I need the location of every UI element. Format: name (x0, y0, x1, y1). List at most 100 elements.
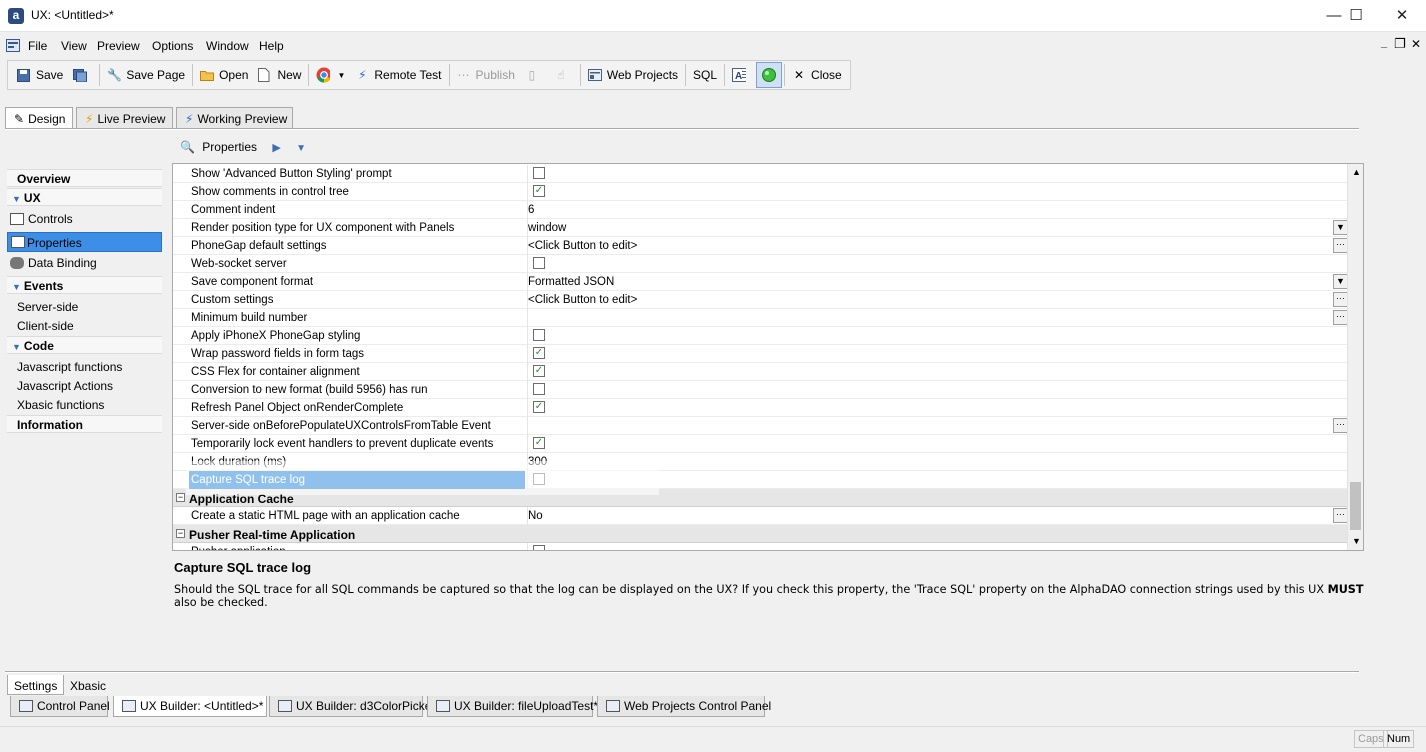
text-format-button[interactable]: A (727, 63, 756, 87)
property-value[interactable]: Formatted JSON ▼ (527, 273, 1348, 291)
web-projects-button[interactable]: Web Projects (583, 63, 683, 87)
sidebar-item-properties[interactable]: Properties (7, 232, 162, 252)
remote-test-button[interactable]: ⚡ Remote Test (350, 63, 446, 87)
menu-preview[interactable]: Preview (97, 39, 140, 53)
property-value[interactable]: No ··· (527, 507, 1348, 525)
property-value[interactable] (527, 255, 1333, 273)
sidebar-item-server-side[interactable]: Server-side (17, 300, 78, 314)
property-row[interactable]: Custom settings <Click Button to edit> ··· (173, 291, 1348, 309)
play-icon[interactable]: ▶ (272, 142, 280, 154)
property-row[interactable]: Temporarily lock event handlers to preve… (173, 435, 1347, 453)
property-row[interactable]: Save component format Formatted JSON ▼ (173, 273, 1348, 291)
property-value[interactable]: 6 (527, 201, 1333, 219)
property-value[interactable]: 300 (527, 453, 1333, 471)
property-row[interactable]: Create a static HTML page with an applic… (173, 507, 1348, 525)
property-value[interactable]: ✓ (527, 399, 1333, 417)
sidebar-item-overview[interactable]: Overview (7, 169, 162, 187)
sidebar-item-controls[interactable]: Controls (10, 212, 73, 226)
property-value[interactable]: <Click Button to edit> ··· (527, 237, 1348, 255)
mdi-minimize-button[interactable]: _ (1381, 37, 1387, 49)
property-value[interactable]: window ▼ (527, 219, 1348, 237)
property-value[interactable] (527, 381, 1333, 399)
tab-xbasic[interactable]: Xbasic (64, 675, 112, 695)
collapse-toggle-icon[interactable]: − (176, 529, 185, 538)
property-checkbox[interactable]: ✓ (533, 185, 545, 197)
property-checkbox[interactable] (533, 383, 545, 395)
property-value[interactable] (527, 543, 1333, 550)
property-category[interactable]: − Pusher Real-time Application (173, 525, 1347, 543)
property-row[interactable]: CSS Flex for container alignment ✓ (173, 363, 1347, 381)
property-row[interactable]: Refresh Panel Object onRenderComplete ✓ (173, 399, 1347, 417)
menu-help[interactable]: Help (259, 39, 284, 53)
chevron-down-icon[interactable]: ▼ (337, 71, 345, 80)
sidebar-item-information[interactable]: Information (7, 415, 162, 433)
property-checkbox[interactable] (533, 167, 545, 179)
doc-tab-ux-builder-fileuploadtest[interactable]: UX Builder: fileUploadTest* (427, 696, 598, 717)
tab-design[interactable]: ✎ Design (5, 107, 73, 130)
scrollbar-thumb[interactable] (1350, 482, 1361, 530)
property-row[interactable]: Apply iPhoneX PhoneGap styling (173, 327, 1347, 345)
scroll-up-icon[interactable]: ▲ (1352, 167, 1361, 177)
save-options-button[interactable] (68, 63, 97, 87)
sidebar-item-javascript-functions[interactable]: Javascript functions (17, 360, 122, 374)
browser-preview-button[interactable]: ▼ (311, 63, 350, 87)
app-menu-icon[interactable] (6, 39, 20, 52)
property-category[interactable]: − Application Cache (173, 489, 1347, 507)
mobile-button[interactable]: ▯ (520, 63, 549, 87)
sidebar-item-xbasic-functions[interactable]: Xbasic functions (17, 398, 104, 412)
property-checkbox[interactable]: ✓ (533, 365, 545, 377)
property-value[interactable]: ✓ (527, 183, 1333, 201)
maximize-button[interactable]: ☐ (1333, 0, 1379, 30)
close-button[interactable]: ✕ Close (787, 63, 847, 87)
status-light-button[interactable] (756, 62, 783, 88)
mdi-restore-button[interactable]: ❐ (1394, 36, 1406, 52)
property-row[interactable]: Capture SQL trace log (173, 471, 1347, 489)
property-value[interactable]: ✓ (527, 345, 1333, 363)
save-page-button[interactable]: 🔧 Save Page (102, 63, 190, 87)
property-row[interactable]: Wrap password fields in form tags ✓ (173, 345, 1347, 363)
property-checkbox[interactable]: ✓ (533, 401, 545, 413)
property-row[interactable]: Comment indent 6 (173, 201, 1347, 219)
property-value[interactable] (527, 165, 1333, 183)
menu-window[interactable]: Window (206, 39, 249, 53)
property-value[interactable]: <Click Button to edit> ··· (527, 291, 1348, 309)
tab-settings[interactable]: Settings (7, 675, 65, 695)
property-value[interactable]: ✓ (527, 435, 1333, 453)
property-checkbox[interactable]: ✓ (533, 437, 545, 449)
property-checkbox[interactable] (533, 257, 545, 269)
property-value[interactable]: ✓ (527, 363, 1333, 381)
mdi-close-button[interactable]: ✕ (1411, 37, 1421, 51)
open-button[interactable]: Open (195, 63, 253, 87)
property-checkbox[interactable] (533, 329, 545, 341)
property-value[interactable] (527, 327, 1333, 345)
property-row[interactable]: PhoneGap default settings <Click Button t… (173, 237, 1348, 255)
sidebar-section-events[interactable]: ▼ Events (7, 276, 162, 294)
touch-button[interactable]: ☝ (549, 63, 578, 87)
vertical-scrollbar[interactable]: ▲ ▼ (1347, 164, 1363, 550)
property-checkbox[interactable]: ✓ (533, 347, 545, 359)
search-icon[interactable]: 🔍 (180, 140, 195, 154)
sidebar-item-javascript-actions[interactable]: Javascript Actions (17, 379, 113, 393)
property-checkbox[interactable] (533, 545, 545, 550)
property-value[interactable]: ··· (527, 417, 1348, 435)
chevron-down-icon[interactable]: ▼ (296, 143, 306, 154)
tab-live-preview[interactable]: ⚡ Live Preview (76, 107, 173, 129)
sql-button[interactable]: SQL (688, 63, 722, 87)
property-row[interactable]: Pusher application (173, 543, 1347, 550)
property-row[interactable]: Show 'Advanced Button Styling' prompt (173, 165, 1347, 183)
sidebar-item-client-side[interactable]: Client-side (17, 319, 74, 333)
save-button[interactable]: Save (12, 63, 68, 87)
sidebar-item-data-binding[interactable]: Data Binding (10, 256, 97, 270)
menu-options[interactable]: Options (152, 39, 193, 53)
menu-view[interactable]: View (61, 39, 87, 53)
doc-tab-web-projects-control-panel[interactable]: Web Projects Control Panel (597, 696, 771, 717)
tab-working-preview[interactable]: ⚡ Working Preview (176, 107, 293, 129)
dropdown-button[interactable]: ▼ (1333, 220, 1348, 235)
edit-ellipsis-button[interactable]: ··· (1333, 310, 1348, 325)
property-row[interactable]: Server-side onBeforePopulateUXControlsFr… (173, 417, 1348, 435)
sidebar-section-code[interactable]: ▼ Code (7, 336, 162, 354)
edit-ellipsis-button[interactable]: ··· (1333, 292, 1348, 307)
sidebar-section-ux[interactable]: ▼ UX (7, 188, 162, 206)
scroll-down-icon[interactable]: ▼ (1352, 536, 1361, 546)
property-row[interactable]: Show comments in control tree ✓ (173, 183, 1347, 201)
